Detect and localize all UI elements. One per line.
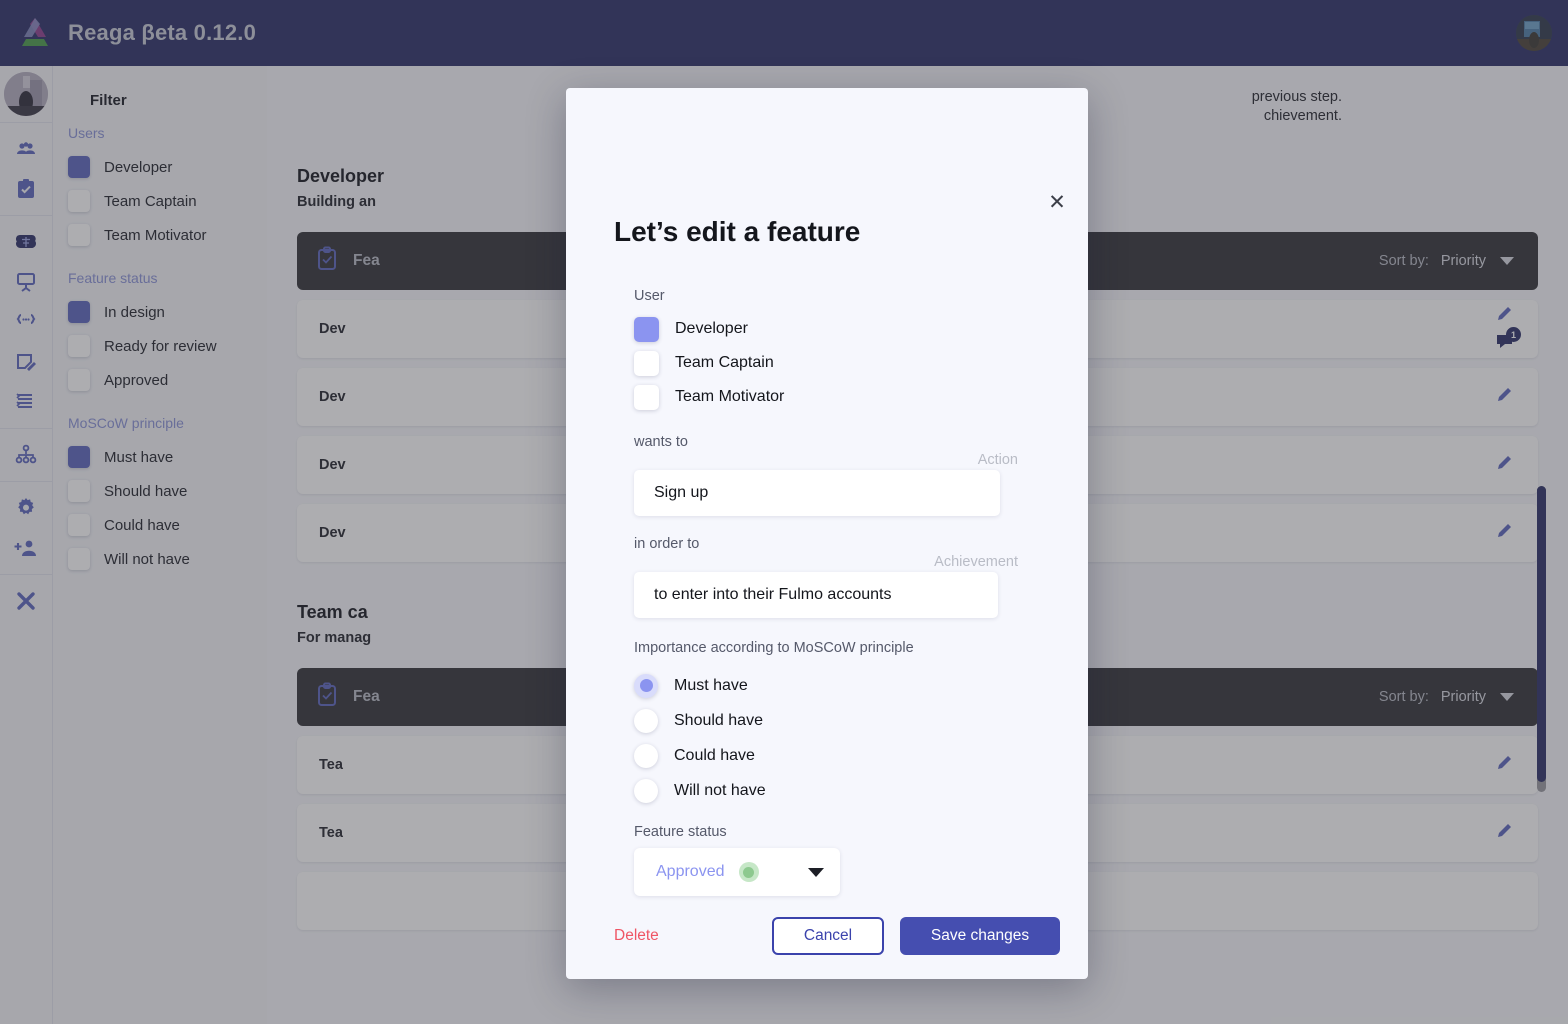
moscow-option-must-have[interactable]: Must have	[634, 668, 1088, 703]
action-hint-label: Action	[978, 452, 1018, 468]
modal-title: Let’s edit a feature	[614, 216, 860, 248]
user-option-team-captain[interactable]: Team Captain	[634, 346, 1088, 380]
moscow-option-label: Will not have	[674, 782, 766, 800]
checkbox-icon[interactable]	[634, 385, 659, 410]
moscow-option-could-have[interactable]: Could have	[634, 738, 1088, 773]
radio-icon[interactable]	[634, 744, 658, 768]
wants-to-label: wants to	[634, 434, 1088, 450]
user-field-label: User	[634, 288, 1088, 304]
chevron-down-icon[interactable]	[808, 868, 824, 877]
user-option-team-motivator[interactable]: Team Motivator	[634, 380, 1088, 414]
modal-body: User Developer Team Captain Team Motivat…	[566, 288, 1088, 896]
achievement-field-block: Achievement to enter into their Fulmo ac…	[634, 572, 1020, 618]
action-field-block: Action Sign up	[634, 470, 1020, 516]
moscow-option-should-have[interactable]: Should have	[634, 703, 1088, 738]
modal-footer: Delete Cancel Save changes	[566, 917, 1088, 955]
checkbox-icon[interactable]	[634, 317, 659, 342]
cancel-button[interactable]: Cancel	[772, 917, 884, 955]
moscow-option-label: Must have	[674, 677, 748, 695]
close-icon[interactable]: ✕	[1043, 188, 1071, 216]
radio-icon[interactable]	[634, 674, 658, 698]
user-option-label: Team Motivator	[675, 388, 784, 406]
feature-status-select[interactable]: Approved	[634, 848, 840, 896]
achievement-hint-label: Achievement	[934, 554, 1018, 570]
feature-status-value: Approved	[656, 863, 725, 881]
radio-icon[interactable]	[634, 709, 658, 733]
moscow-option-will-not-have[interactable]: Will not have	[634, 773, 1088, 808]
moscow-option-label: Could have	[674, 747, 755, 765]
app-root: Reaga βeta 0.12.0	[0, 0, 1568, 1024]
achievement-input[interactable]: to enter into their Fulmo accounts	[634, 572, 998, 618]
moscow-section-label: Importance according to MoSCoW principle	[634, 640, 1088, 656]
checkbox-icon[interactable]	[634, 351, 659, 376]
in-order-to-label: in order to	[634, 536, 1088, 552]
user-option-label: Team Captain	[675, 354, 774, 372]
delete-button[interactable]: Delete	[614, 927, 659, 945]
action-input[interactable]: Sign up	[634, 470, 1000, 516]
radio-icon[interactable]	[634, 779, 658, 803]
save-changes-button[interactable]: Save changes	[900, 917, 1060, 955]
status-badge	[739, 862, 759, 882]
moscow-option-label: Should have	[674, 712, 763, 730]
user-option-label: Developer	[675, 320, 748, 338]
feature-status-label: Feature status	[634, 824, 1088, 840]
user-option-developer[interactable]: Developer	[634, 312, 1088, 346]
edit-feature-modal: ✕ Let’s edit a feature User Developer Te…	[566, 88, 1088, 979]
